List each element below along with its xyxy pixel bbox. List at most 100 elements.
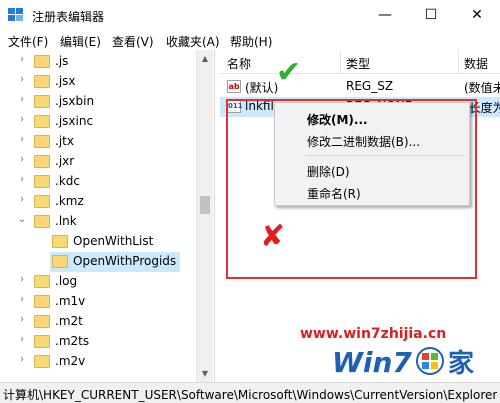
menu-bar: 文件(F) 编辑(E) 查看(V) 收藏夹(A) 帮助(H) [0, 30, 500, 50]
title-bar: 注册表编辑器 — ☐ ✕ [0, 0, 500, 30]
expand-chevron-icon[interactable]: › [16, 94, 28, 105]
tree-item[interactable]: OpenWithList [0, 232, 214, 252]
expand-chevron-icon[interactable]: › [16, 154, 28, 165]
status-bar: 计算机\HKEY_CURRENT_USER\Software\Microsoft… [0, 382, 500, 403]
menu-view[interactable]: 查看(V) [112, 33, 154, 50]
folder-icon [34, 195, 50, 208]
window-title: 注册表编辑器 [32, 10, 105, 24]
expand-chevron-icon[interactable]: › [16, 274, 28, 285]
tree-item[interactable]: › .m2ts [0, 332, 214, 352]
tree-item[interactable]: › .m2v [0, 352, 214, 372]
tree-item-label: .jsxbin [55, 94, 95, 108]
context-menu-label: 修改(M)... [307, 113, 368, 127]
expand-chevron-icon[interactable]: › [16, 294, 28, 305]
context-menu-rename[interactable]: 重命名(R) [275, 181, 469, 203]
scroll-thumb[interactable] [200, 196, 210, 214]
expand-chevron-icon[interactable]: › [16, 194, 28, 205]
tree-item-label: OpenWithList [73, 234, 154, 248]
context-menu: 修改(M)... 修改二进制数据(B)... 删除(D) 重命名(R) [274, 102, 470, 206]
folder-icon [52, 235, 68, 248]
logo-text: Win7 [332, 346, 412, 378]
expand-chevron-icon[interactable]: › [16, 354, 28, 365]
watermark-url: www.win7zhijia.cn [300, 326, 447, 342]
collapse-chevron-icon[interactable]: ⌄ [16, 214, 28, 225]
folder-icon [34, 175, 50, 188]
tree-item-label: OpenWithProgids [73, 254, 177, 268]
context-menu-label: 重命名(R) [307, 187, 361, 201]
folder-icon [34, 155, 50, 168]
folder-icon [34, 335, 50, 348]
tree-item[interactable]: › .jtx [0, 132, 214, 152]
tree-item-label: .jsxinc [55, 114, 94, 128]
context-menu-label: 修改二进制数据(B)... [307, 135, 421, 149]
expand-chevron-icon[interactable]: › [16, 134, 28, 145]
column-divider[interactable] [340, 50, 341, 74]
tree-item-label: .lnk [55, 214, 77, 228]
context-menu-modify-binary[interactable]: 修改二进制数据(B)... [275, 129, 469, 151]
tree-item[interactable]: › .kmz [0, 192, 214, 212]
close-button[interactable]: ✕ [454, 0, 500, 30]
folder-icon [34, 295, 50, 308]
column-header-name[interactable]: 名称 [227, 55, 251, 72]
context-menu-delete[interactable]: 删除(D) [275, 159, 469, 181]
minimize-button[interactable]: — [362, 0, 408, 30]
column-header-type[interactable]: 类型 [346, 55, 370, 72]
maximize-button[interactable]: ☐ [408, 0, 454, 30]
folder-icon [34, 315, 50, 328]
tree-item-label: .m2t [55, 314, 83, 328]
expand-chevron-icon[interactable]: › [16, 334, 28, 345]
expand-chevron-icon[interactable]: › [16, 114, 28, 125]
tree-item-label: .log [55, 274, 78, 288]
tree-item[interactable]: › .jsxbin [0, 92, 214, 112]
tree-item-label: .m2v [55, 354, 86, 368]
value-type: REG_SZ [346, 79, 394, 93]
expand-chevron-icon[interactable]: › [16, 54, 28, 65]
folder-icon [52, 255, 68, 268]
menu-file[interactable]: 文件(F) [8, 33, 48, 50]
green-checkmark-icon: ✔ [276, 55, 302, 90]
tree-scrollbar[interactable]: ▲ ▼ [196, 50, 213, 382]
tree-item[interactable]: › .m2t [0, 312, 214, 332]
menu-favorites[interactable]: 收藏夹(A) [166, 33, 220, 50]
tree-item[interactable]: › .jxr [0, 152, 214, 172]
tree-item-label: .jsx [55, 74, 76, 88]
tree-item[interactable]: › .jsx [0, 72, 214, 92]
folder-icon [34, 275, 50, 288]
win7-home-logo: Win7 家 [332, 346, 474, 378]
list-header: 名称 类型 数据 [220, 50, 500, 74]
scroll-down-arrow-icon[interactable]: ▼ [197, 365, 213, 382]
scroll-up-arrow-icon[interactable]: ▲ [197, 50, 213, 67]
column-header-data[interactable]: 数据 [464, 55, 488, 72]
tree-item-label: .m1v [55, 294, 86, 308]
folder-icon [34, 135, 50, 148]
registry-path: 计算机\HKEY_CURRENT_USER\Software\Microsoft… [3, 388, 497, 402]
tree-item[interactable]: ⌄ .lnk [0, 212, 214, 232]
folder-icon [34, 55, 50, 68]
tree-item-selected[interactable]: OpenWithProgids [0, 252, 214, 272]
tree-item[interactable]: › .kdc [0, 172, 214, 192]
tree-item-label: .jxr [55, 154, 75, 168]
regedit-app-icon [8, 8, 23, 21]
menu-help[interactable]: 帮助(H) [230, 33, 272, 50]
folder-open-icon [34, 215, 50, 228]
tree-item[interactable]: › .js [0, 52, 214, 72]
red-cross-icon: ✘ [260, 219, 286, 254]
menu-edit[interactable]: 编辑(E) [60, 33, 101, 50]
registry-tree: › .js › .jsx › .jsxbin › .jsxinc › .jtx … [0, 50, 214, 382]
tree-item-label: .js [55, 54, 69, 68]
tree-item-label: .m2ts [55, 334, 90, 348]
context-menu-modify[interactable]: 修改(M)... [275, 107, 469, 129]
folder-icon [34, 75, 50, 88]
expand-chevron-icon[interactable]: › [16, 174, 28, 185]
tree-item-label: .jtx [55, 134, 74, 148]
tree-item[interactable]: › .m1v [0, 292, 214, 312]
value-data: (数值未 [464, 81, 500, 95]
column-divider[interactable] [458, 50, 459, 74]
expand-chevron-icon[interactable]: › [16, 74, 28, 85]
expand-chevron-icon[interactable]: › [16, 314, 28, 325]
folder-icon [34, 355, 50, 368]
tree-item[interactable]: › .log [0, 272, 214, 292]
tree-item[interactable]: › .jsxinc [0, 112, 214, 132]
value-row[interactable]: ab (默认) REG_SZ (数值未 [220, 77, 500, 97]
string-value-icon: ab [227, 80, 241, 93]
